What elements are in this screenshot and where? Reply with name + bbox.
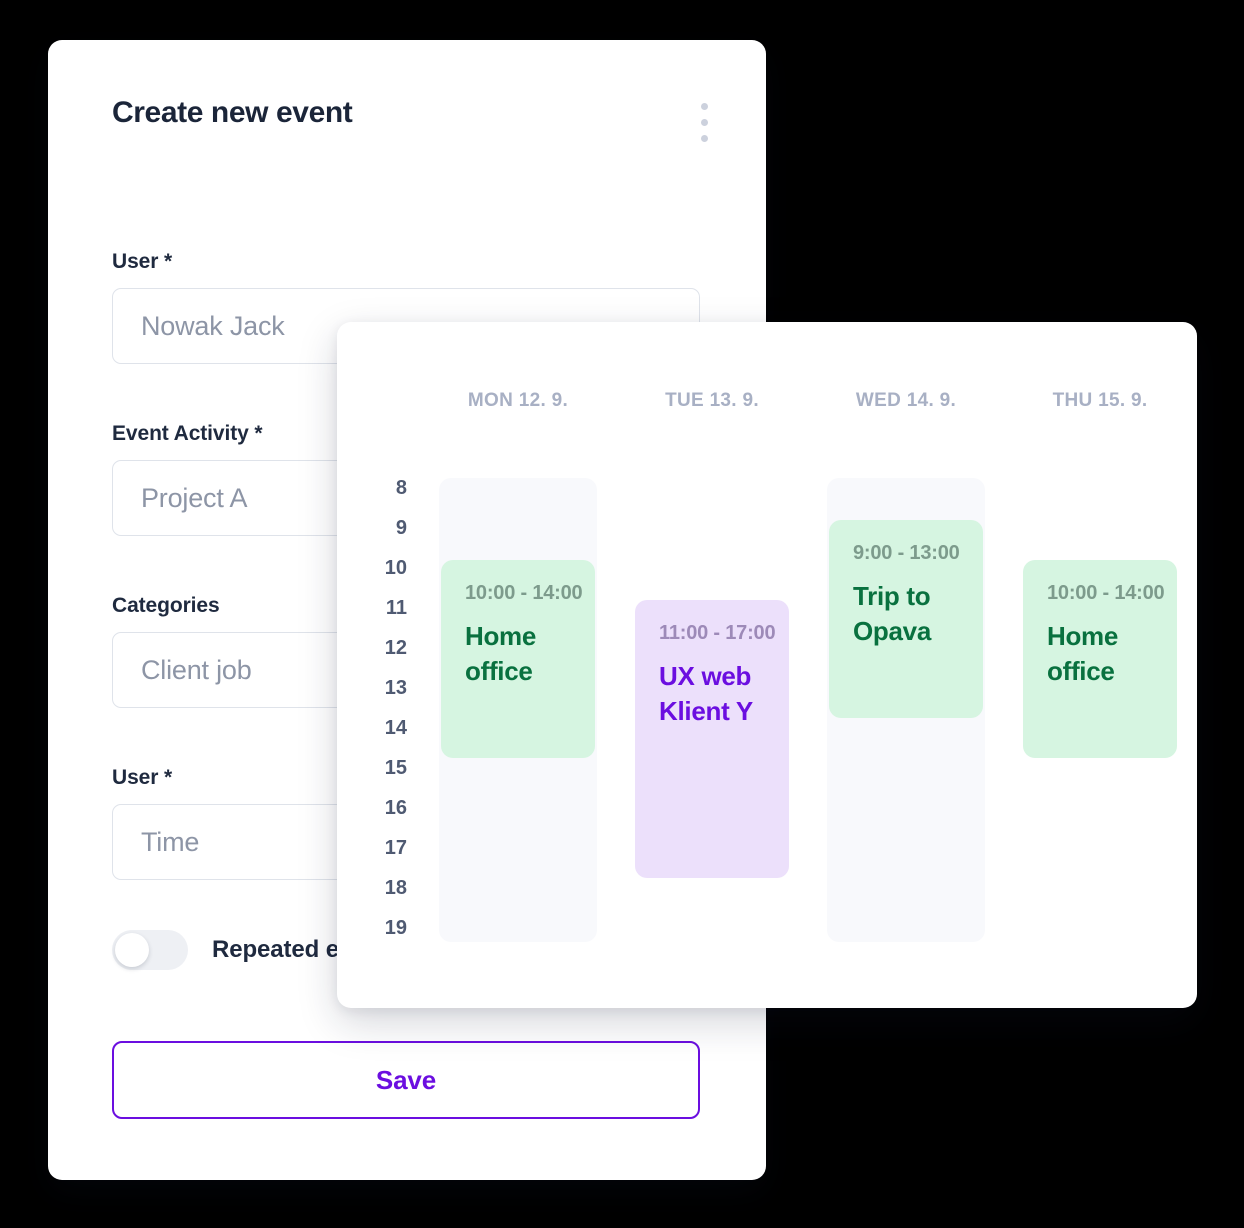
event-time: 10:00 - 14:00 — [465, 582, 583, 604]
calendar-event[interactable]: 10:00 - 14:00 Home office — [1023, 560, 1177, 758]
kebab-menu-icon[interactable] — [690, 90, 718, 154]
toggle-knob — [115, 933, 149, 967]
hour-label: 16 — [384, 797, 407, 819]
hour-label: 11 — [385, 597, 407, 619]
calendar-grid: 10:00 - 14:00 Home office 11:00 - 17:00 UX … — [421, 468, 1197, 968]
event-title: Home office — [465, 621, 537, 687]
day-header-0[interactable]: MON 12. 9. — [468, 390, 568, 412]
day-header-3[interactable]: THU 15. 9. — [1053, 390, 1148, 412]
kebab-dot — [700, 102, 708, 110]
hour-label: 17 — [384, 837, 407, 859]
screenshot-stage: Create new event User * Nowak Jack Event… — [0, 0, 1244, 1228]
field-label: User * — [112, 250, 173, 273]
repeated-event-toggle[interactable] — [112, 930, 188, 970]
hour-axis: 8 9 10 11 12 13 14 15 16 17 18 19 — [337, 468, 421, 948]
event-title: UX web Klient Y — [659, 661, 753, 727]
page-title: Create new event — [112, 96, 353, 129]
event-title: Home office — [1047, 621, 1119, 687]
hour-label: 13 — [384, 677, 407, 699]
kebab-dot — [700, 118, 708, 126]
hour-label: 15 — [384, 757, 407, 779]
day-header-1[interactable]: TUE 13. 9. — [665, 390, 759, 412]
event-time: 11:00 - 17:00 — [659, 622, 776, 644]
repeated-event-label: Repeated e — [212, 936, 340, 963]
event-time: 10:00 - 14:00 — [1047, 582, 1165, 604]
hour-label: 14 — [384, 717, 407, 739]
event-time: 9:00 - 13:00 — [853, 542, 960, 564]
calendar-card: MON 12. 9. TUE 13. 9. WED 14. 9. THU 15. 9.… — [337, 322, 1197, 1008]
hour-label: 9 — [395, 517, 407, 539]
hour-label: 19 — [384, 917, 407, 939]
hour-label: 12 — [384, 637, 407, 659]
hour-label: 8 — [395, 477, 407, 499]
kebab-dot — [700, 134, 708, 142]
hour-label: 10 — [384, 557, 407, 579]
hour-label: 18 — [384, 877, 407, 899]
save-button[interactable]: Save — [112, 1041, 700, 1119]
calendar-event[interactable]: 11:00 - 17:00 UX web Klient Y — [635, 600, 789, 878]
calendar-event[interactable]: 9:00 - 13:00 Trip to Opava — [829, 520, 983, 718]
calendar-day-header: MON 12. 9. TUE 13. 9. WED 14. 9. THU 15. 9. — [337, 322, 1197, 432]
calendar-event[interactable]: 10:00 - 14:00 Home office — [441, 560, 595, 758]
day-header-2[interactable]: WED 14. 9. — [856, 390, 956, 412]
repeated-event-row: Repeated e — [112, 930, 339, 970]
event-title: Trip to Opava — [853, 581, 931, 647]
